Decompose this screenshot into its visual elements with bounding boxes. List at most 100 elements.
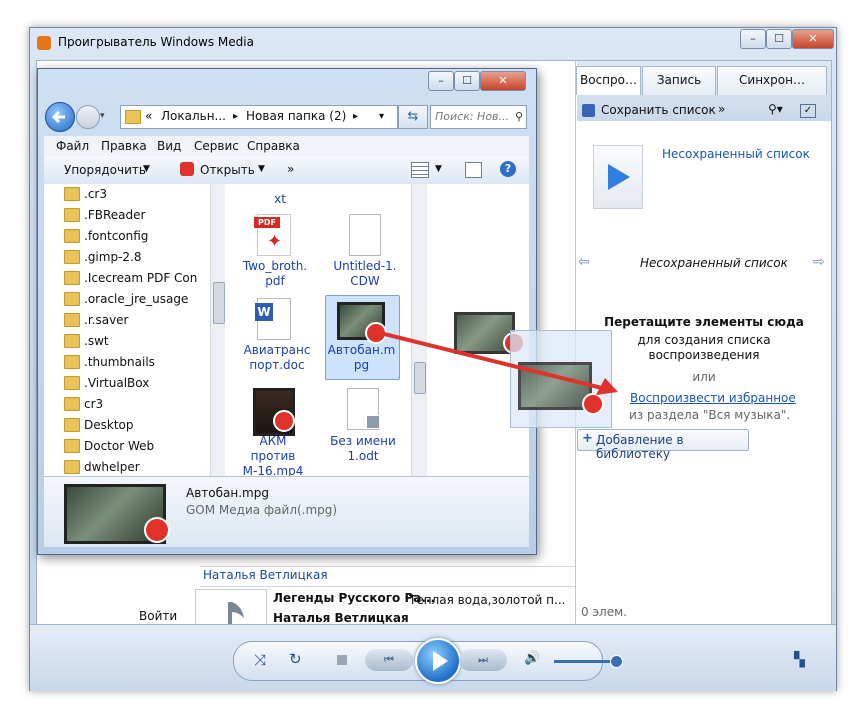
prev-list-arrow-icon[interactable]: ⇦ <box>578 254 590 270</box>
tab-burn[interactable]: Запись <box>642 66 716 95</box>
menu-view[interactable]: Вид <box>157 139 181 153</box>
tree-item[interactable]: .gimp-2.8 <box>64 247 142 267</box>
playlist-title-link[interactable]: Несохраненный список <box>662 147 810 161</box>
repeat-icon[interactable]: ↻ <box>289 650 302 668</box>
file-name[interactable]: Untitled-1. CDW <box>325 259 405 289</box>
breadcrumb-local-disk[interactable]: Локальн... <box>161 106 226 127</box>
file-name[interactable]: Two_broth. pdf <box>237 259 313 289</box>
address-dropdown-icon[interactable]: ▾ <box>379 106 384 127</box>
tree-item[interactable]: .cr3 <box>64 184 107 204</box>
tree-item-label: .thumbnails <box>84 355 155 369</box>
album-artist[interactable]: Наталья Ветлицкая <box>273 611 409 625</box>
pdf-file-icon[interactable]: PDF ✦ <box>254 214 291 256</box>
list-options-icon[interactable]: ⚲▾ <box>768 102 784 117</box>
search-input[interactable]: Поиск: Нов... ⚲ <box>430 105 527 129</box>
play-button[interactable] <box>415 638 461 684</box>
tree-item[interactable]: .Icecream PDF Con <box>64 268 198 288</box>
breadcrumb-separator-icon[interactable]: ▸ <box>353 106 358 127</box>
add-to-library-button[interactable]: + Добавление в библиотеку <box>577 429 749 461</box>
explorer-maximize-button[interactable]: ☐ <box>454 71 480 91</box>
breadcrumb-overflow[interactable]: « <box>145 106 152 127</box>
history-dropdown-icon[interactable]: ▾ <box>100 111 105 121</box>
folder-icon <box>64 271 80 285</box>
menu-tools[interactable]: Сервис <box>194 139 239 153</box>
more-commands-button[interactable]: » <box>287 162 294 176</box>
tree-item-label: .Icecream PDF Con <box>84 271 198 285</box>
next-icon[interactable]: ⏭ <box>459 649 507 671</box>
file-name-line: CDW <box>350 274 380 288</box>
folder-icon <box>64 418 80 432</box>
menu-help[interactable]: Справка <box>247 139 300 153</box>
view-dropdown-icon[interactable]: ▼ <box>435 164 442 174</box>
file-name[interactable]: Авиатранс порт.doc <box>237 343 317 373</box>
tree-item[interactable]: .VirtualBox <box>64 373 149 393</box>
view-options-icon[interactable] <box>411 162 429 178</box>
organize-dropdown-icon[interactable]: ▼ <box>143 164 150 174</box>
blank-file-icon[interactable] <box>349 214 381 256</box>
file-name-line: Авиатранс <box>243 343 311 357</box>
save-list-button[interactable]: Сохранить список <box>601 103 716 117</box>
file-name-line: 1.odt <box>347 449 379 463</box>
previous-icon[interactable]: ⏮ <box>365 649 413 671</box>
volume-thumb[interactable] <box>610 655 623 668</box>
artist-header[interactable]: Наталья Ветлицкая <box>203 568 328 582</box>
forward-button[interactable] <box>76 105 100 129</box>
tree-item[interactable]: .thumbnails <box>64 352 155 372</box>
folder-icon <box>64 208 80 222</box>
tree-item[interactable]: cr3 <box>64 394 103 414</box>
track-name[interactable]: Теплая вода,золотой п... <box>409 593 565 607</box>
details-file-type: GOM Медиа файл(.mpg) <box>186 503 338 517</box>
menu-edit[interactable]: Правка <box>101 139 147 153</box>
breadcrumb-separator-icon[interactable]: ▸ <box>233 106 238 127</box>
details-file-name: Автобан.mpg <box>186 486 269 500</box>
word-file-icon[interactable]: W <box>255 298 291 340</box>
back-button[interactable] <box>45 102 75 132</box>
explorer-close-button[interactable]: ✕ <box>480 71 526 91</box>
play-favorites-link[interactable]: Воспроизвести избранное <box>630 391 796 405</box>
address-bar[interactable]: « Локальн... ▸ Новая папка (2) ▸ ▾ <box>120 105 398 129</box>
tab-playback[interactable]: Воспро… <box>576 66 641 95</box>
minimize-button[interactable]: – <box>740 29 766 49</box>
volume-icon[interactable]: 🔊 <box>524 651 540 666</box>
from-section-text: из раздела "Вся музыка". <box>629 408 791 422</box>
file-name[interactable]: АКМ против M-16.mp4 <box>235 434 311 479</box>
tree-item[interactable]: Doctor Web <box>64 436 154 456</box>
shuffle-icon[interactable]: ⤨ <box>254 651 266 669</box>
tree-item[interactable]: dwhelper <box>64 457 140 476</box>
file-name[interactable]: Без имени 1.odt <box>323 434 403 464</box>
explorer-minimize-button[interactable]: – <box>428 71 454 91</box>
tree-scroll-thumb[interactable] <box>213 282 225 324</box>
item-count: 0 элем. <box>581 605 627 619</box>
maximize-button[interactable]: ☐ <box>766 29 792 49</box>
tree-scrollbar[interactable] <box>210 184 225 476</box>
file-name-line: Без имени <box>330 434 396 448</box>
stop-icon[interactable] <box>337 655 347 665</box>
login-link[interactable]: Войти <box>139 609 177 623</box>
organize-button[interactable]: Упорядочить <box>64 163 146 177</box>
tree-item[interactable]: .swt <box>64 331 109 351</box>
help-icon[interactable]: ? <box>500 161 516 177</box>
next-list-arrow-icon[interactable]: ⇨ <box>813 254 825 270</box>
preview-pane-icon[interactable] <box>465 162 482 178</box>
close-button[interactable]: ✕ <box>792 29 834 49</box>
acrobat-icon: ✦ <box>267 231 283 252</box>
folder-icon <box>64 250 80 264</box>
partial-file-label[interactable]: xt <box>255 192 305 207</box>
menu-file[interactable]: Файл <box>56 139 89 153</box>
tree-item[interactable]: Desktop <box>64 415 134 435</box>
refresh-icon[interactable]: ⇆ <box>398 105 428 129</box>
tree-item-label: .FBReader <box>84 208 146 222</box>
tree-item[interactable]: .r.saver <box>64 310 128 330</box>
tree-item-label: .gimp-2.8 <box>84 250 142 264</box>
more-button[interactable]: » <box>718 102 725 116</box>
open-dropdown-icon[interactable]: ▼ <box>258 164 265 174</box>
save-icon <box>582 104 595 117</box>
tree-item[interactable]: .oracle_jre_usage <box>64 289 188 309</box>
tab-sync[interactable]: Синхрон… <box>717 66 827 95</box>
breadcrumb-current[interactable]: Новая папка (2) <box>246 106 346 127</box>
tree-item[interactable]: .FBReader <box>64 205 146 225</box>
open-button[interactable]: Открыть <box>200 163 255 177</box>
tree-item[interactable]: .fontconfig <box>64 226 148 246</box>
checklist-icon[interactable]: ✓ <box>800 104 816 118</box>
switch-to-now-playing-icon[interactable]: ▚ <box>794 652 805 668</box>
